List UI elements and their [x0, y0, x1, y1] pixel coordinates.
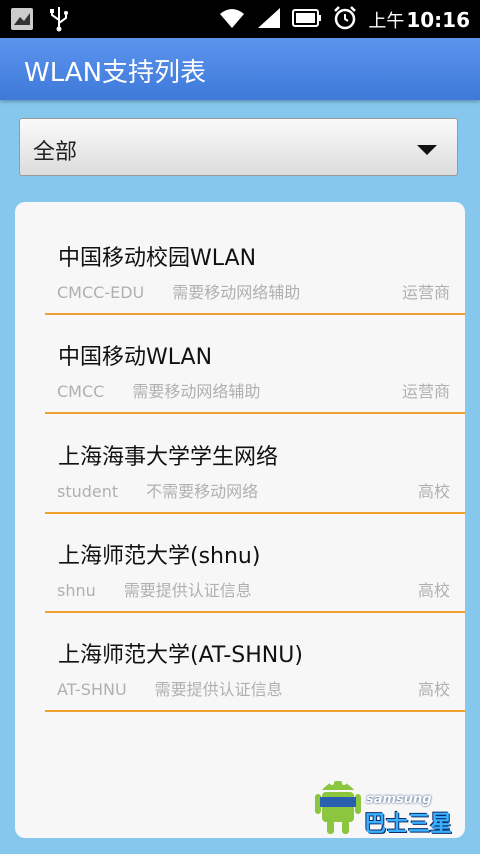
list-item[interactable]: 中国移动WLAN CMCC 需要移动网络辅助 运营商	[30, 301, 465, 414]
title-bar: WLAN支持列表	[0, 38, 480, 100]
network-requirement: 需要提供认证信息	[123, 581, 252, 600]
network-name: 上海师范大学(shnu)	[58, 544, 261, 569]
network-name: 中国移动校园WLAN	[58, 246, 257, 271]
wifi-icon	[218, 6, 246, 34]
signal-icon	[256, 6, 282, 34]
chevron-down-icon	[417, 145, 437, 155]
battery-icon	[292, 8, 322, 32]
list-item[interactable]: 中国移动校园WLAN CMCC-EDU 需要移动网络辅助 运营商	[30, 202, 465, 315]
network-requirement: 不需要移动网络	[146, 482, 259, 501]
network-requirement: 需要移动网络辅助	[132, 382, 261, 401]
network-ssid: AT-SHNU	[57, 680, 127, 699]
category-filter-dropdown[interactable]: 全部	[19, 118, 458, 176]
time-ampm: 上午	[368, 11, 405, 32]
network-type: 运营商	[401, 382, 450, 401]
usb-icon	[48, 6, 70, 36]
network-name: 中国移动WLAN	[58, 345, 213, 370]
item-divider	[45, 710, 465, 712]
network-ssid: CMCC	[57, 382, 105, 401]
network-type: 运营商	[401, 283, 450, 302]
network-type: 高校	[417, 482, 450, 501]
network-requirement: 需要提供认证信息	[154, 680, 283, 699]
page-title: WLAN支持列表	[24, 58, 207, 88]
list-item[interactable]: 上海师范大学(AT-SHNU) AT-SHNU 需要提供认证信息 高校	[30, 599, 465, 712]
clock: 10:16	[406, 8, 470, 32]
alarm-icon	[332, 5, 358, 35]
status-bar: 上午 10:16	[0, 0, 480, 38]
dropdown-selected-value: 全部	[33, 140, 78, 165]
list-item[interactable]: 上海师范大学(shnu) shnu 需要提供认证信息 高校	[30, 500, 465, 613]
network-name: 上海海事大学学生网络	[58, 445, 279, 470]
network-requirement: 需要移动网络辅助	[172, 283, 301, 302]
watermark-text-samsung: samsung	[366, 792, 432, 807]
network-ssid: shnu	[57, 581, 96, 600]
watermark-logo: samsung 巴士三星	[312, 772, 468, 838]
network-name: 上海师范大学(AT-SHNU)	[58, 643, 303, 668]
network-ssid: CMCC-EDU	[57, 283, 145, 302]
watermark-text-bus: 巴士三星	[364, 812, 453, 837]
network-type: 高校	[417, 581, 450, 600]
network-type: 高校	[417, 680, 450, 699]
list-item[interactable]: 上海海事大学学生网络 student 不需要移动网络 高校	[30, 401, 465, 514]
notification-icon	[10, 7, 34, 35]
network-list: 中国移动校园WLAN CMCC-EDU 需要移动网络辅助 运营商 中国移动WLAN…	[15, 202, 465, 838]
network-ssid: student	[57, 482, 119, 501]
